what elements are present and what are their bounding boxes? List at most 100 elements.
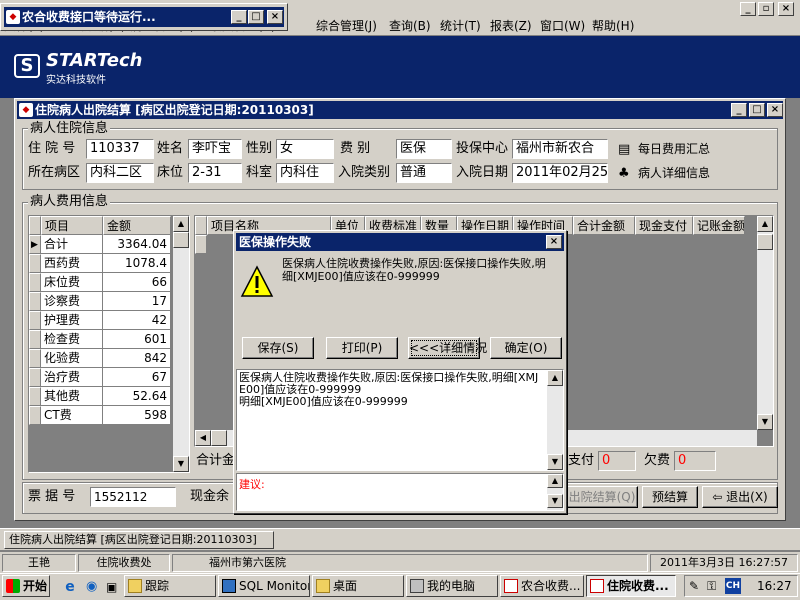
fee-row-amount[interactable]: 67: [103, 368, 171, 387]
detail-scroll-down[interactable]: ▼: [757, 414, 773, 430]
start-button[interactable]: 开始: [2, 575, 50, 597]
fee-row-item[interactable]: 其他费: [41, 387, 103, 406]
fee-row-item[interactable]: 护理费: [41, 311, 103, 330]
admit-date-field[interactable]: 2011年02月25: [512, 163, 608, 183]
taskbar-item-my-computer[interactable]: 我的电脑: [406, 575, 498, 597]
pay-field[interactable]: 0: [598, 451, 636, 471]
fee-scroll-thumb[interactable]: [173, 232, 189, 248]
fee-row-item[interactable]: CT费: [41, 406, 103, 425]
logo-icon: S: [14, 54, 40, 78]
dept-field[interactable]: 内科住: [276, 163, 334, 183]
dialog-detail-scroll-up[interactable]: ▲: [547, 370, 563, 386]
patient-detail-link[interactable]: 病人详细信息: [638, 163, 710, 183]
system-tray: ✎ ⚿ CH 16:27: [684, 575, 798, 597]
fee-row-indicator: [29, 368, 41, 387]
menu-item-window[interactable]: 窗口(W): [540, 18, 585, 34]
insurance-center-field[interactable]: 福州市新农合: [512, 139, 608, 159]
fee-row-item[interactable]: 治疗费: [41, 368, 103, 387]
fee-row-item[interactable]: 合计: [41, 235, 103, 254]
fee-type-field[interactable]: 医保: [396, 139, 452, 159]
sex-field[interactable]: 女: [276, 139, 334, 159]
dialog-detail-scroll-down[interactable]: ▼: [547, 454, 563, 470]
receipt-field[interactable]: 1552112: [90, 487, 176, 507]
hosp-no-field[interactable]: 110337: [86, 139, 154, 159]
taskbar-item-farm-charge[interactable]: 农合收费...: [500, 575, 584, 597]
detail-scroll-left[interactable]: ◀: [195, 430, 211, 446]
dialog-detail-textarea[interactable]: 医保病人住院收费操作失败,原因:医保接口操作失败,明细[XMJE00]值应该在0…: [236, 369, 564, 471]
mdi-tab-settlement[interactable]: 住院病人出院结算 [病区出院登记日期:20110303]: [4, 531, 274, 549]
exit-button[interactable]: ⇦ 退出(X): [702, 486, 778, 508]
dialog-details-button[interactable]: <<<详细情况: [408, 337, 487, 359]
quicklaunch-explorer-icon[interactable]: ▣: [106, 579, 122, 595]
owe-field[interactable]: 0: [674, 451, 716, 471]
dialog-ok-button[interactable]: 确定(O): [490, 337, 562, 359]
presettle-button[interactable]: 预结算: [642, 486, 698, 508]
taskbar-item-sql-monitor[interactable]: SQL Monitor: [218, 575, 310, 597]
fee-row-amount[interactable]: 52.64: [103, 387, 171, 406]
fee-row-amount[interactable]: 842: [103, 349, 171, 368]
fee-row-amount[interactable]: 17: [103, 292, 171, 311]
tray-lang-indicator[interactable]: CH: [725, 578, 741, 594]
dialog-suggest-textarea[interactable]: 建议: ▲ ▼: [236, 473, 564, 511]
taskbar-item-desktop[interactable]: 桌面: [312, 575, 404, 597]
fee-row-item[interactable]: 化验费: [41, 349, 103, 368]
settlement-window-title[interactable]: ◆ 住院病人出院结算 [病区出院登记日期:20110303]: [17, 101, 783, 119]
fee-summary-grid[interactable]: 项目 金额 ▶ 合计 3364.04 西药费 1078.4 床位费 66 诊察费 17 护理费 42…: [28, 215, 190, 473]
menu-item-query[interactable]: 查询(B): [389, 18, 431, 34]
quicklaunch-ie-icon[interactable]: e: [62, 579, 78, 595]
small-close-button[interactable]: ×: [267, 10, 283, 24]
small-minimize-button[interactable]: _: [231, 10, 247, 24]
dialog-suggest-label: 建议:: [239, 478, 265, 491]
fee-row-indicator: [29, 254, 41, 273]
bed-field[interactable]: 2-31: [188, 163, 242, 183]
fee-row-amount[interactable]: 66: [103, 273, 171, 292]
fee-header-item: 项目: [41, 216, 103, 235]
fee-scroll-up[interactable]: ▲: [173, 216, 189, 232]
detail-scroll-up[interactable]: ▲: [757, 216, 773, 232]
settlement-minimize-button[interactable]: _: [731, 103, 747, 117]
fee-row-amount[interactable]: 42: [103, 311, 171, 330]
menu-item-stats[interactable]: 统计(T): [440, 18, 481, 34]
settlement-maximize-button[interactable]: □: [749, 103, 765, 117]
fee-row-item[interactable]: 检查费: [41, 330, 103, 349]
tray-clock: 16:27: [757, 579, 792, 593]
fee-row-amount[interactable]: 3364.04: [103, 235, 171, 254]
settlement-close-button[interactable]: ×: [767, 103, 783, 117]
menu-item-help[interactable]: 帮助(H): [592, 18, 634, 34]
fee-row-amount[interactable]: 601: [103, 330, 171, 349]
admit-type-field[interactable]: 普通: [396, 163, 452, 183]
dialog-suggest-scroll-up[interactable]: ▲: [547, 474, 563, 488]
app-minimize-button[interactable]: _: [740, 2, 756, 16]
fee-row-item[interactable]: 床位费: [41, 273, 103, 292]
daily-summary-link[interactable]: 每日费用汇总: [638, 139, 710, 159]
detail-scroll-thumb[interactable]: [757, 234, 773, 250]
menu-item-report[interactable]: 报表(Z): [490, 18, 532, 34]
fee-row-item[interactable]: 西药费: [41, 254, 103, 273]
status-hospital: 福州市第六医院: [172, 554, 648, 572]
quicklaunch-desktop-icon[interactable]: ◉: [86, 579, 102, 595]
dialog-suggest-scroll-down[interactable]: ▼: [547, 494, 563, 508]
app-restore-button[interactable]: ▫: [758, 2, 774, 16]
fee-row-item[interactable]: 诊察费: [41, 292, 103, 311]
ward-field[interactable]: 内科二区: [86, 163, 154, 183]
settle-button[interactable]: 出院结算(Q): [566, 486, 638, 508]
dialog-close-button[interactable]: ×: [546, 235, 562, 249]
fee-vscroll[interactable]: [173, 216, 189, 472]
app-icon: [504, 579, 518, 593]
detail-scroll-hthumb[interactable]: [211, 430, 227, 446]
folder-icon: [316, 579, 330, 593]
app-close-button[interactable]: ×: [778, 2, 794, 16]
menu-item-general[interactable]: 综合管理(J): [316, 18, 377, 34]
name-field[interactable]: 李吓宝: [188, 139, 242, 159]
error-dialog-title[interactable]: 医保操作失败: [236, 233, 564, 251]
fee-row-amount[interactable]: 598: [103, 406, 171, 425]
fee-row-amount[interactable]: 1078.4: [103, 254, 171, 273]
taskbar-item-trace[interactable]: 跟踪: [124, 575, 216, 597]
small-maximize-button[interactable]: □: [248, 10, 264, 24]
tray-network-icon[interactable]: ⚿: [707, 579, 716, 594]
dialog-save-button[interactable]: 保存(S): [242, 337, 314, 359]
fee-scroll-down[interactable]: ▼: [173, 456, 189, 472]
dialog-print-button[interactable]: 打印(P): [326, 337, 398, 359]
taskbar-item-inpatient-charge[interactable]: 住院收费...: [586, 575, 676, 597]
tray-pen-icon[interactable]: ✎: [689, 579, 699, 593]
